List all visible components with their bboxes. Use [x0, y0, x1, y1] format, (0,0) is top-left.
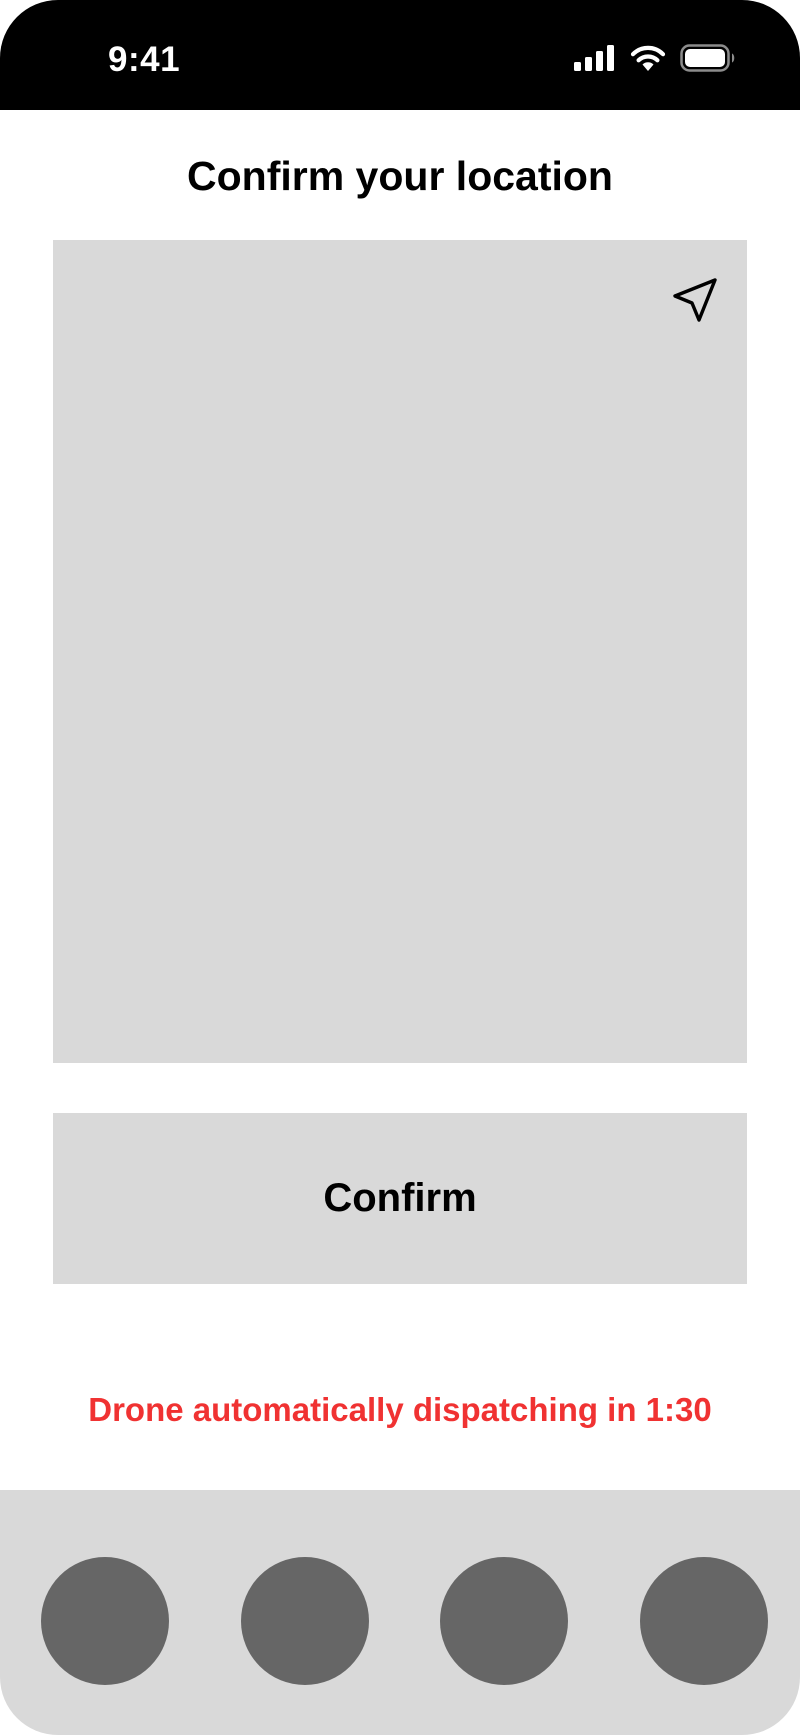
status-time: 9:41: [108, 40, 181, 79]
location-map[interactable]: [53, 240, 747, 1063]
battery-icon: [680, 43, 736, 77]
wifi-icon: [630, 44, 666, 76]
phone-screen: 9:41 Confirm your location Confirm Drone…: [0, 0, 800, 1735]
navigation-arrow-icon: [672, 277, 718, 328]
locate-me-button[interactable]: [669, 276, 721, 328]
cellular-signal-icon: [574, 44, 616, 76]
page-title: Confirm your location: [187, 153, 613, 199]
bottom-tab-bar: [0, 1490, 800, 1735]
tab-3[interactable]: [440, 1557, 568, 1685]
dispatch-countdown-notice: Drone automatically dispatching in 1:30: [88, 1391, 712, 1428]
status-icons: [574, 43, 736, 77]
tab-1[interactable]: [41, 1557, 169, 1685]
tab-2[interactable]: [241, 1557, 369, 1685]
status-bar: 9:41: [0, 0, 800, 110]
confirm-button[interactable]: Confirm: [53, 1113, 747, 1284]
tab-4[interactable]: [640, 1557, 768, 1685]
